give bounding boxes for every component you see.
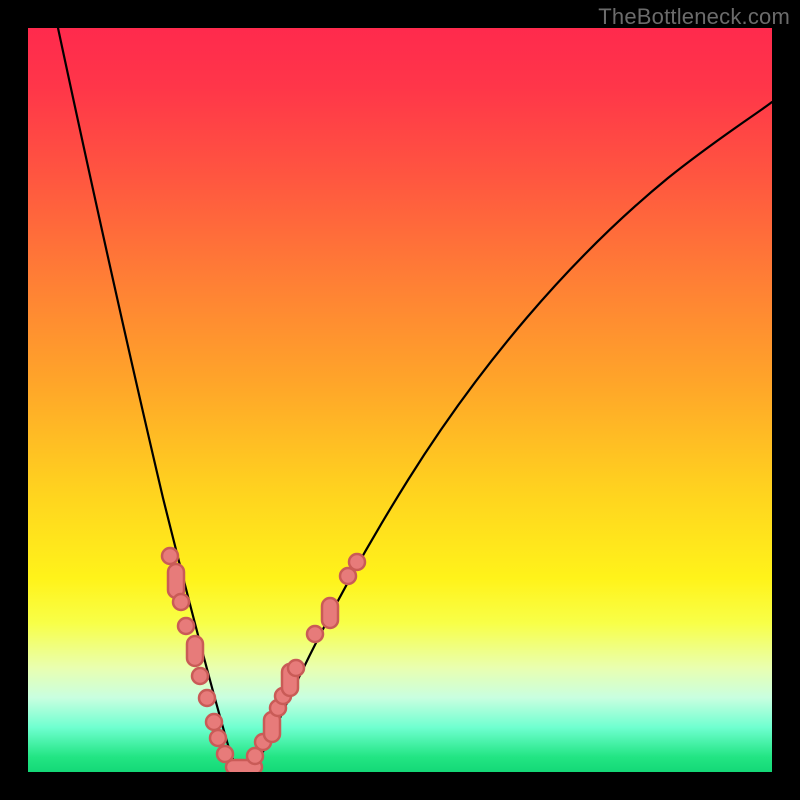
data-point <box>173 594 189 610</box>
bottleneck-curve-svg <box>28 28 772 772</box>
watermark-text: TheBottleneck.com <box>598 4 790 30</box>
data-point <box>322 598 338 628</box>
data-point <box>178 618 194 634</box>
data-point <box>192 668 208 684</box>
plot-area <box>28 28 772 772</box>
curve-right-branch <box>248 102 772 770</box>
data-point <box>307 626 323 642</box>
curve-left-branch <box>58 28 240 770</box>
data-point <box>162 548 178 564</box>
data-point <box>288 660 304 676</box>
data-point <box>206 714 222 730</box>
data-point <box>210 730 226 746</box>
data-point <box>187 636 203 666</box>
data-point <box>199 690 215 706</box>
chart-frame: TheBottleneck.com <box>0 0 800 800</box>
data-point <box>349 554 365 570</box>
